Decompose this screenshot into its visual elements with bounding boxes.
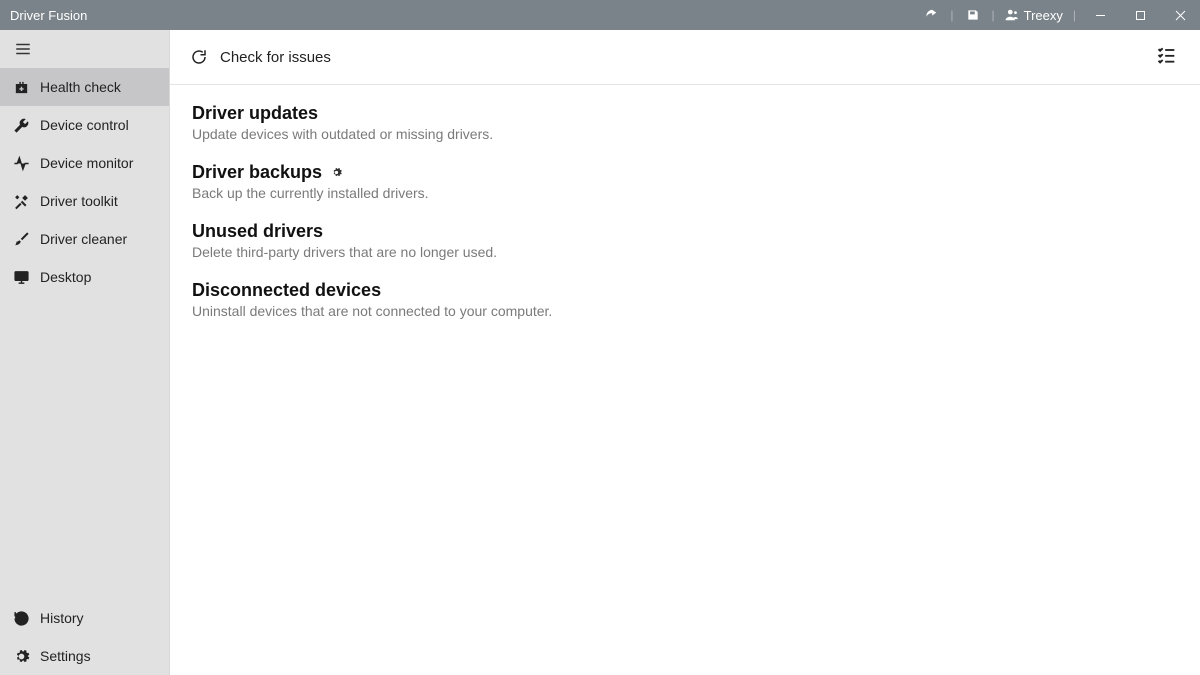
account-button[interactable]: Treexy [999, 8, 1069, 23]
hamburger-button[interactable] [0, 30, 169, 68]
sidebar-item-label: Device monitor [40, 155, 133, 171]
user-icon [1005, 8, 1019, 22]
wrench-icon [12, 116, 30, 134]
toolbar: Check for issues [170, 30, 1200, 85]
sidebar-item-desktop[interactable]: Desktop [0, 258, 169, 296]
section-title: Driver backups [192, 162, 1178, 183]
section-title: Unused drivers [192, 221, 1178, 242]
list-toggle-button[interactable] [1156, 45, 1176, 70]
sidebar-item-label: Device control [40, 117, 129, 133]
section-driver-backups[interactable]: Driver backups Back up the currently ins… [192, 162, 1178, 201]
minimize-button[interactable] [1080, 0, 1120, 30]
check-for-issues-button[interactable]: Check for issues [190, 48, 331, 66]
sidebar-item-label: Driver cleaner [40, 231, 127, 247]
sidebar-item-label: Health check [40, 79, 121, 95]
sidebar-item-health-check[interactable]: Health check [0, 68, 169, 106]
section-desc: Delete third-party drivers that are no l… [192, 244, 1178, 260]
window-title: Driver Fusion [10, 8, 87, 23]
sidebar-item-device-control[interactable]: Device control [0, 106, 169, 144]
history-icon [12, 609, 30, 627]
content-area: Driver updates Update devices with outda… [170, 85, 1200, 357]
activity-icon [12, 154, 30, 172]
sidebar-item-device-monitor[interactable]: Device monitor [0, 144, 169, 182]
sidebar-item-driver-toolkit[interactable]: Driver toolkit [0, 182, 169, 220]
refresh-icon [190, 48, 208, 66]
share-icon[interactable] [916, 0, 946, 30]
maximize-button[interactable] [1120, 0, 1160, 30]
gear-icon[interactable] [330, 166, 343, 179]
section-driver-updates[interactable]: Driver updates Update devices with outda… [192, 103, 1178, 142]
main-panel: Check for issues Driver updates Update d… [170, 30, 1200, 675]
section-desc: Uninstall devices that are not connected… [192, 303, 1178, 319]
sidebar-item-label: Settings [40, 648, 91, 664]
titlebar: Driver Fusion | | Treexy | [0, 0, 1200, 30]
close-button[interactable] [1160, 0, 1200, 30]
account-label: Treexy [1024, 8, 1063, 23]
sidebar-item-label: Driver toolkit [40, 193, 118, 209]
briefcase-plus-icon [12, 78, 30, 96]
section-desc: Update devices with outdated or missing … [192, 126, 1178, 142]
monitor-icon [12, 268, 30, 286]
section-title: Driver updates [192, 103, 1178, 124]
brush-icon [12, 230, 30, 248]
sidebar-item-driver-cleaner[interactable]: Driver cleaner [0, 220, 169, 258]
check-for-issues-label: Check for issues [220, 49, 331, 66]
section-unused-drivers[interactable]: Unused drivers Delete third-party driver… [192, 221, 1178, 260]
section-title: Disconnected devices [192, 280, 1178, 301]
sidebar-item-history[interactable]: History [0, 599, 169, 637]
sidebar: Health check Device control Device monit… [0, 30, 170, 675]
section-desc: Back up the currently installed drivers. [192, 185, 1178, 201]
tools-icon [12, 192, 30, 210]
checklist-icon [1156, 45, 1176, 65]
save-icon[interactable] [958, 0, 988, 30]
section-disconnected-devices[interactable]: Disconnected devices Uninstall devices t… [192, 280, 1178, 319]
sidebar-item-label: Desktop [40, 269, 91, 285]
sidebar-item-settings[interactable]: Settings [0, 637, 169, 675]
gear-icon [12, 647, 30, 665]
sidebar-item-label: History [40, 610, 84, 626]
